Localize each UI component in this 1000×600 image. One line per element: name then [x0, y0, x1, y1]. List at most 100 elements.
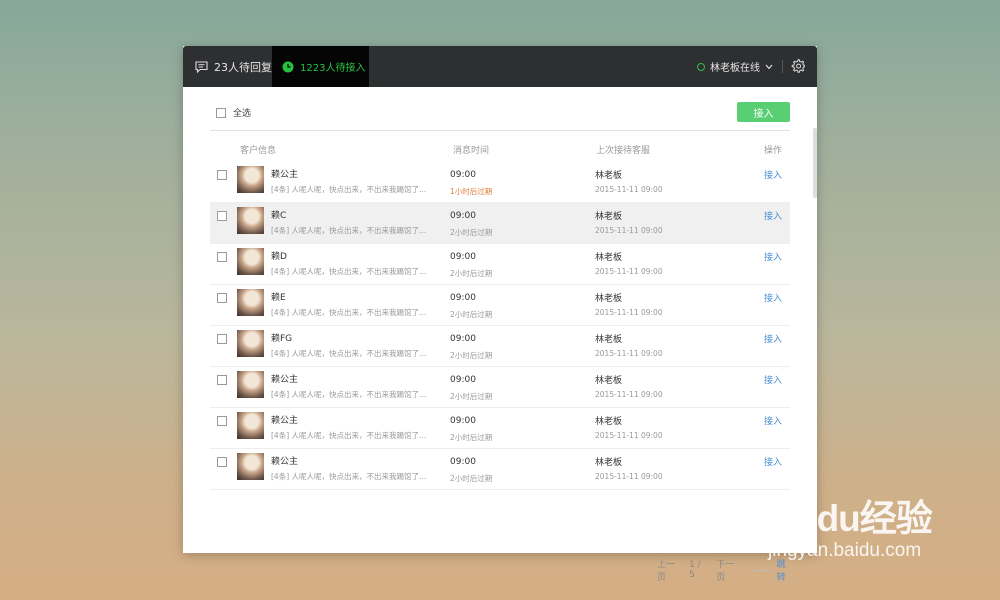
row-accept-link[interactable]: 接入 — [764, 455, 782, 468]
message-time: 09:00 — [450, 211, 476, 221]
table-row[interactable]: 赖E [4条] 人呢人呢，快点出来，不出来我踢馆了... 09:00 2小时后过… — [210, 285, 790, 326]
top-bar: 23人待回复 1223人待接入 林老板在线 — [183, 46, 817, 87]
customer-list: 赖公主 [4条] 人呢人呢，快点出来，不出来我踢馆了... 09:00 1小时后… — [210, 162, 790, 490]
last-served-date: 2015-11-11 09:00 — [595, 472, 663, 481]
tab-waiting-queue-label: 1223人待接入 — [300, 63, 366, 74]
page-indicator: 1 / 5 — [689, 560, 701, 580]
row-checkbox[interactable] — [217, 375, 227, 385]
customer-name: 赖公主 — [271, 457, 299, 467]
last-served-date: 2015-11-11 09:00 — [595, 390, 663, 399]
customer-name: 赖D — [271, 252, 287, 262]
last-agent: 林老板 — [595, 376, 623, 386]
row-checkbox[interactable] — [217, 293, 227, 303]
last-agent: 林老板 — [595, 212, 623, 222]
message-time: 09:00 — [450, 293, 476, 303]
table-row[interactable]: 赖FG [4条] 人呢人呢，快点出来，不出来我踢馆了... 09:00 2小时后… — [210, 326, 790, 367]
accept-button[interactable]: 接入 — [737, 102, 790, 122]
row-accept-link[interactable]: 接入 — [764, 291, 782, 304]
row-accept-link[interactable]: 接入 — [764, 209, 782, 222]
topbar-divider — [782, 60, 783, 73]
expire-notice: 2小时后过期 — [450, 351, 493, 360]
prev-page-link[interactable]: 上一页 — [657, 557, 677, 583]
avatar — [237, 207, 264, 234]
message-time: 09:00 — [450, 375, 476, 385]
avatar — [237, 412, 264, 439]
row-checkbox[interactable] — [217, 334, 227, 344]
message-time: 09:00 — [450, 457, 476, 467]
tab-pending-replies[interactable]: 23人待回复 — [183, 46, 272, 87]
message-preview: [4条] 人呢人呢，快点出来，不出来我踢馆了... — [271, 226, 427, 235]
avatar — [237, 453, 264, 480]
col-message-time: 消息时间 — [453, 146, 490, 156]
customer-name: 赖C — [271, 211, 287, 221]
expire-notice: 2小时后过期 — [450, 392, 493, 401]
gear-icon[interactable] — [791, 59, 805, 73]
message-preview: [4条] 人呢人呢，快点出来，不出来我踢馆了... — [271, 431, 427, 440]
table-row[interactable]: 赖D [4条] 人呢人呢，快点出来，不出来我踢馆了... 09:00 2小时后过… — [210, 244, 790, 285]
col-customer-info: 客户信息 — [240, 146, 277, 156]
row-accept-link[interactable]: 接入 — [764, 250, 782, 263]
table-row[interactable]: 赖公主 [4条] 人呢人呢，快点出来，不出来我踢馆了... 09:00 1小时后… — [210, 162, 790, 203]
message-preview: [4条] 人呢人呢，快点出来，不出来我踢馆了... — [271, 390, 427, 399]
col-action: 操作 — [764, 146, 783, 156]
last-served-date: 2015-11-11 09:00 — [595, 185, 663, 194]
last-served-date: 2015-11-11 09:00 — [595, 431, 663, 440]
chat-bubble-icon — [195, 60, 208, 73]
customer-name: 赖公主 — [271, 416, 299, 426]
online-status-dropdown[interactable]: 林老板在线 — [697, 46, 773, 87]
next-page-link[interactable]: 下一页 — [716, 557, 736, 583]
tab-waiting-queue[interactable]: 1223人待接入 — [272, 46, 369, 87]
row-accept-link[interactable]: 接入 — [764, 332, 782, 345]
avatar — [237, 289, 264, 316]
table-row[interactable]: 赖C [4条] 人呢人呢，快点出来，不出来我踢馆了... 09:00 2小时后过… — [210, 203, 790, 244]
col-last-agent: 上次接待客服 — [596, 146, 651, 156]
customer-name: 赖FG — [271, 334, 293, 344]
expire-notice: 2小时后过期 — [450, 228, 493, 237]
last-served-date: 2015-11-11 09:00 — [595, 226, 663, 235]
watermark-logo: Baidu经验 — [762, 498, 933, 539]
row-checkbox[interactable] — [217, 211, 227, 221]
row-checkbox[interactable] — [217, 252, 227, 262]
last-agent: 林老板 — [595, 294, 623, 304]
clock-icon — [282, 61, 294, 72]
expire-notice: 2小时后过期 — [450, 310, 493, 319]
expire-notice: 1小时后过期 — [450, 187, 493, 196]
online-dot-icon — [697, 62, 705, 71]
chevron-down-icon — [765, 64, 773, 69]
row-checkbox[interactable] — [217, 170, 227, 180]
avatar — [237, 166, 264, 193]
chat-window: 23人待回复 1223人待接入 林老板在线 全选 接入 客户信息 消息时间 上次… — [183, 46, 817, 583]
select-all-label: 全选 — [233, 109, 252, 119]
row-checkbox[interactable] — [217, 416, 227, 426]
row-accept-link[interactable]: 接入 — [764, 168, 782, 181]
row-checkbox[interactable] — [217, 457, 227, 467]
last-agent: 林老板 — [595, 335, 623, 345]
select-all[interactable]: 全选 — [216, 106, 251, 119]
last-agent: 林老板 — [595, 417, 623, 427]
message-time: 09:00 — [450, 334, 476, 344]
customer-name: 赖公主 — [271, 375, 299, 385]
expire-notice: 2小时后过期 — [450, 474, 493, 483]
tab-pending-replies-label: 23人待回复 — [214, 60, 272, 74]
expire-notice: 2小时后过期 — [450, 269, 493, 278]
last-agent: 林老板 — [595, 458, 623, 468]
row-accept-link[interactable]: 接入 — [764, 414, 782, 427]
row-accept-link[interactable]: 接入 — [764, 373, 782, 386]
avatar — [237, 248, 264, 275]
avatar — [237, 330, 264, 357]
customer-name: 赖E — [271, 293, 286, 303]
page-jump-input[interactable] — [754, 569, 771, 571]
table-row[interactable]: 赖公主 [4条] 人呢人呢，快点出来，不出来我踢馆了... 09:00 2小时后… — [210, 367, 790, 408]
message-preview: [4条] 人呢人呢，快点出来，不出来我踢馆了... — [271, 308, 427, 317]
header-divider — [210, 130, 790, 131]
scrollbar[interactable] — [813, 128, 817, 198]
table-row[interactable]: 赖公主 [4条] 人呢人呢，快点出来，不出来我踢馆了... 09:00 2小时后… — [210, 449, 790, 490]
customer-name: 赖公主 — [271, 170, 299, 180]
last-served-date: 2015-11-11 09:00 — [595, 308, 663, 317]
last-agent: 林老板 — [595, 253, 623, 263]
message-time: 09:00 — [450, 252, 476, 262]
select-all-checkbox[interactable] — [216, 107, 226, 118]
last-served-date: 2015-11-11 09:00 — [595, 349, 663, 358]
table-row[interactable]: 赖公主 [4条] 人呢人呢，快点出来，不出来我踢馆了... 09:00 2小时后… — [210, 408, 790, 449]
message-preview: [4条] 人呢人呢，快点出来，不出来我踢馆了... — [271, 349, 427, 358]
